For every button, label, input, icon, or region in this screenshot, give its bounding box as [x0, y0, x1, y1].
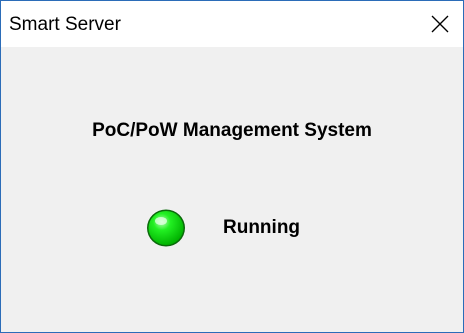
title-bar[interactable]: Smart Server	[1, 1, 463, 47]
status-label: Running	[223, 217, 301, 238]
close-icon	[431, 15, 449, 33]
close-button[interactable]	[417, 1, 463, 47]
dialog-content: PoC/PoW Management System Running	[1, 47, 463, 332]
dialog-window: Smart Server PoC/PoW Management System R…	[0, 0, 464, 333]
window-title: Smart Server	[9, 14, 121, 35]
system-heading: PoC/PoW Management System	[92, 120, 372, 141]
status-led-icon	[147, 209, 185, 247]
